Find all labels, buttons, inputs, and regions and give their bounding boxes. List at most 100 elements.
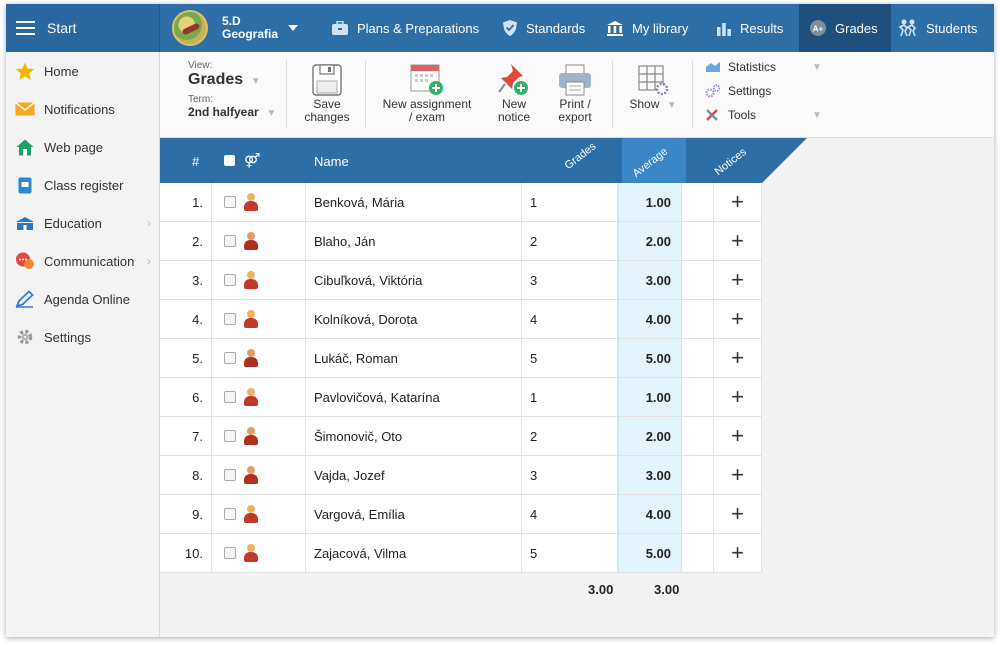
row-checkbox[interactable] bbox=[224, 274, 236, 286]
row-checkbox[interactable] bbox=[224, 547, 236, 559]
table-row: 4. Kolníková, Dorota 4 4.00 + bbox=[160, 300, 762, 339]
student-name[interactable]: Šimonovič, Oto bbox=[306, 417, 522, 456]
nav-plans-preparations[interactable]: Plans & Preparations bbox=[331, 4, 479, 52]
row-checkbox[interactable] bbox=[224, 352, 236, 364]
hamburger-icon bbox=[16, 21, 35, 35]
add-notice-button[interactable]: + bbox=[714, 222, 762, 261]
select-all-checkbox[interactable] bbox=[224, 155, 235, 166]
sidebar-item-settings[interactable]: Settings bbox=[6, 318, 159, 356]
row-checkbox[interactable] bbox=[224, 235, 236, 247]
grade-cell[interactable]: 3 bbox=[522, 261, 618, 300]
grade-cell[interactable]: 4 bbox=[522, 495, 618, 534]
term-select[interactable]: 2nd halfyear ▼ bbox=[188, 105, 280, 120]
statistics-menu[interactable]: Statistics ▼ bbox=[704, 60, 822, 74]
student-name[interactable]: Blaho, Ján bbox=[306, 222, 522, 261]
add-notice-button[interactable]: + bbox=[714, 339, 762, 378]
average-cell: 3.00 bbox=[618, 261, 682, 300]
grade-cell[interactable]: 3 bbox=[522, 456, 618, 495]
plus-icon: + bbox=[731, 462, 744, 487]
grade-cell[interactable]: 1 bbox=[522, 183, 618, 222]
bar-chart-icon bbox=[716, 21, 732, 36]
student-name[interactable]: Benková, Mária bbox=[306, 183, 522, 222]
student-avatar-icon bbox=[244, 544, 258, 562]
grid-gear-icon bbox=[620, 58, 686, 96]
sidebar: Home Notifications Web page Class regist… bbox=[6, 52, 160, 637]
row-checkbox[interactable] bbox=[224, 313, 236, 325]
row-checkbox[interactable] bbox=[224, 391, 236, 403]
add-notice-button[interactable]: + bbox=[714, 300, 762, 339]
view-select[interactable]: Grades ▼ bbox=[188, 71, 280, 91]
table-row: 5. Lukáč, Roman 5 5.00 + bbox=[160, 339, 762, 378]
average-cell: 4.00 bbox=[618, 300, 682, 339]
sidebar-item-label: Settings bbox=[44, 329, 91, 345]
student-name[interactable]: Cibuľková, Viktória bbox=[306, 261, 522, 300]
new-notice-button[interactable]: New notice bbox=[488, 58, 540, 124]
nav-my-library[interactable]: My library bbox=[606, 4, 688, 52]
start-menu-button[interactable]: Start bbox=[6, 4, 160, 52]
class-selector[interactable]: 5.D Geografia bbox=[172, 8, 299, 48]
sidebar-item-notifications[interactable]: Notifications bbox=[6, 90, 159, 128]
caret-down-icon bbox=[288, 25, 299, 31]
sidebar-item-education[interactable]: Education › bbox=[6, 204, 159, 242]
add-notice-button[interactable]: + bbox=[714, 495, 762, 534]
sidebar-item-web-page[interactable]: Web page bbox=[6, 128, 159, 166]
add-notice-button[interactable]: + bbox=[714, 183, 762, 222]
add-notice-button[interactable]: + bbox=[714, 456, 762, 495]
view-value: Grades bbox=[188, 71, 244, 88]
grade-cell[interactable]: 1 bbox=[522, 378, 618, 417]
sidebar-item-communication[interactable]: Communication › bbox=[6, 242, 159, 280]
print-export-button[interactable]: Print / export bbox=[546, 58, 604, 124]
row-checkbox[interactable] bbox=[224, 508, 236, 520]
gender-icon: ⚤ bbox=[244, 152, 261, 168]
row-number: 4. bbox=[160, 300, 212, 339]
row-number: 9. bbox=[160, 495, 212, 534]
average-cell: 1.00 bbox=[618, 378, 682, 417]
sidebar-item-agenda-online[interactable]: Agenda Online bbox=[6, 280, 159, 318]
nav-grades[interactable]: A+ Grades bbox=[799, 4, 891, 52]
grade-cell[interactable]: 2 bbox=[522, 222, 618, 261]
toolbar: View: Grades ▼ Term: 2nd halfyear ▼ Save… bbox=[160, 52, 994, 138]
student-name[interactable]: Pavlovičová, Katarína bbox=[306, 378, 522, 417]
row-select-cell bbox=[212, 495, 306, 534]
save-changes-button[interactable]: Save changes bbox=[295, 58, 359, 124]
new-assignment-line2: / exam bbox=[408, 110, 445, 124]
add-notice-button[interactable]: + bbox=[714, 261, 762, 300]
row-checkbox[interactable] bbox=[224, 430, 236, 442]
student-name[interactable]: Vajda, Jozef bbox=[306, 456, 522, 495]
new-assignment-button[interactable]: New assignment / exam bbox=[372, 58, 482, 124]
toolbar-divider bbox=[286, 60, 287, 128]
student-name[interactable]: Lukáč, Roman bbox=[306, 339, 522, 378]
grade-cell[interactable]: 5 bbox=[522, 534, 618, 573]
plus-icon: + bbox=[731, 345, 744, 370]
row-checkbox[interactable] bbox=[224, 469, 236, 481]
nav-results[interactable]: Results bbox=[716, 4, 783, 52]
toolbar-divider bbox=[365, 60, 366, 128]
empty-cell bbox=[682, 222, 714, 261]
grade-cell[interactable]: 2 bbox=[522, 417, 618, 456]
row-checkbox[interactable] bbox=[224, 196, 236, 208]
nav-standards[interactable]: Standards bbox=[502, 4, 585, 52]
settings-menu[interactable]: Settings bbox=[704, 84, 771, 98]
tools-menu[interactable]: Tools ▼ bbox=[704, 108, 822, 122]
grade-cell[interactable]: 4 bbox=[522, 300, 618, 339]
empty-cell bbox=[682, 417, 714, 456]
add-notice-button[interactable]: + bbox=[714, 534, 762, 573]
row-select-cell bbox=[212, 534, 306, 573]
empty-cell bbox=[682, 534, 714, 573]
student-name[interactable]: Zajacová, Vilma bbox=[306, 534, 522, 573]
row-select-cell bbox=[212, 183, 306, 222]
header-name[interactable]: Name bbox=[314, 154, 349, 169]
sidebar-item-home[interactable]: Home bbox=[6, 52, 159, 90]
chevron-down-icon: ▼ bbox=[812, 61, 822, 73]
calendar-add-icon bbox=[372, 58, 482, 96]
show-menu-button[interactable]: Show ▼ bbox=[620, 58, 686, 112]
student-name[interactable]: Kolníková, Dorota bbox=[306, 300, 522, 339]
sidebar-item-label: Web page bbox=[44, 139, 104, 155]
student-name[interactable]: Vargová, Emília bbox=[306, 495, 522, 534]
sidebar-item-class-register[interactable]: Class register bbox=[6, 166, 159, 204]
nav-students[interactable]: Students bbox=[898, 4, 977, 52]
add-notice-button[interactable]: + bbox=[714, 417, 762, 456]
grade-cell[interactable]: 5 bbox=[522, 339, 618, 378]
average-cell: 3.00 bbox=[618, 456, 682, 495]
add-notice-button[interactable]: + bbox=[714, 378, 762, 417]
